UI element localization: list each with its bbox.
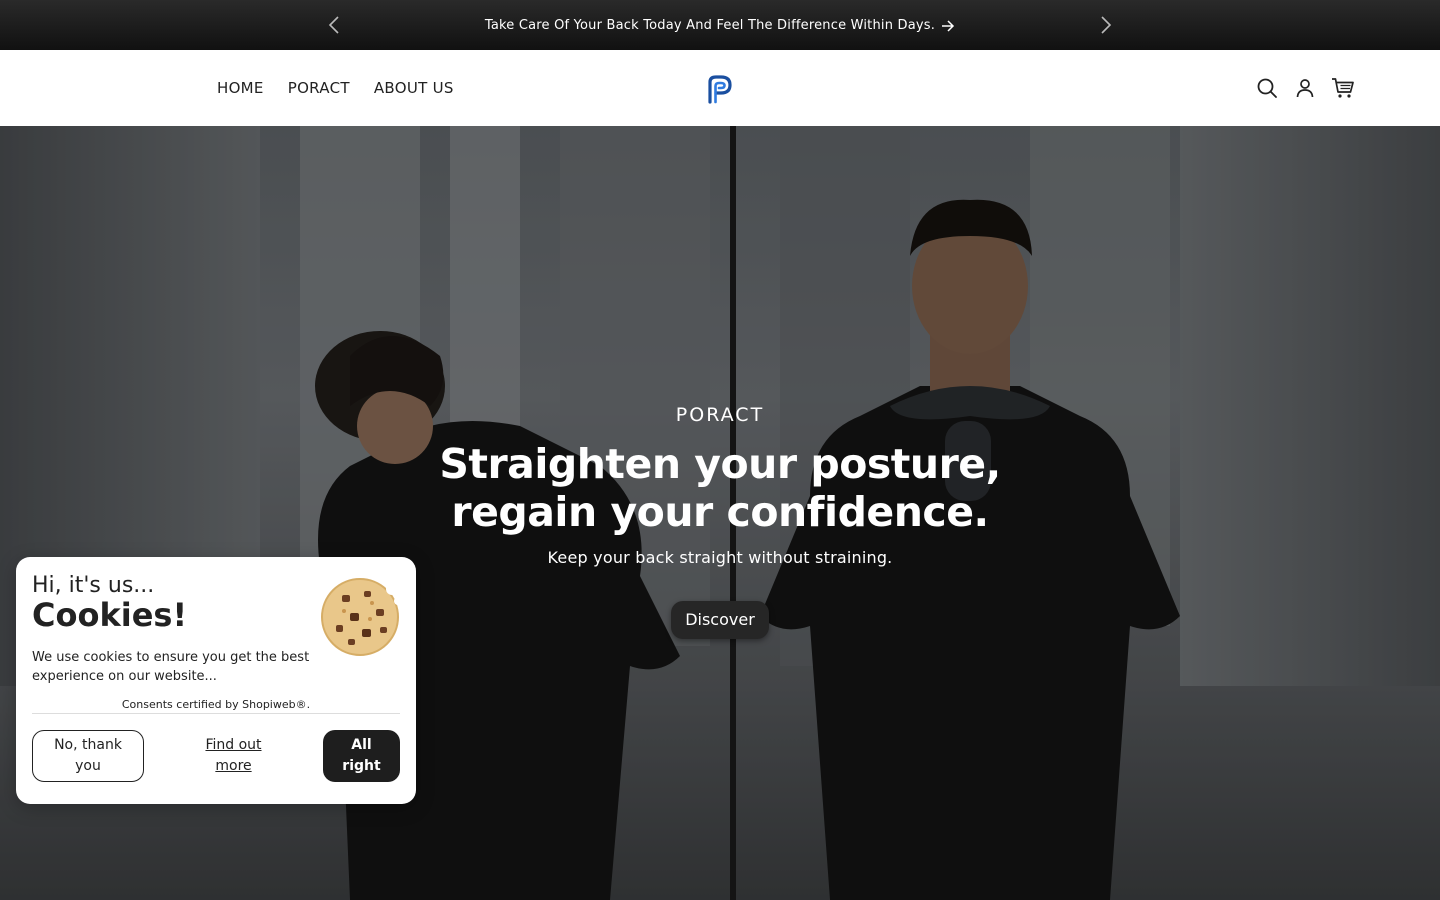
decline-cookies-button[interactable]: No, thank you <box>32 730 144 782</box>
cookie-actions: No, thank you Find out more All right <box>32 730 400 782</box>
announcement-message[interactable]: Take Care Of Your Back Today And Feel Th… <box>0 0 1440 50</box>
cookie-certified: Consents certified by Shopiweb®. <box>32 698 400 714</box>
announcement-text[interactable]: Take Care Of Your Back Today And Feel Th… <box>485 18 935 33</box>
nav-about-us[interactable]: ABOUT US <box>374 79 454 97</box>
discover-button[interactable]: Discover <box>671 601 769 639</box>
hero-subheading: PORACT <box>675 404 765 426</box>
site-header: HOME PORACT ABOUT US <box>0 50 1440 126</box>
main-nav: HOME PORACT ABOUT US <box>217 50 454 126</box>
accept-label[interactable]: All right <box>337 735 387 777</box>
accept-cookies-button[interactable]: All right <box>323 730 400 782</box>
nav-poract[interactable]: PORACT <box>288 79 350 97</box>
poract-logo-icon[interactable] <box>706 74 734 104</box>
decline-label[interactable]: No, thank you <box>48 735 128 777</box>
hero-title-text: Straighten your posture, regain your con… <box>439 440 1001 536</box>
cart-icon[interactable] <box>1331 76 1355 100</box>
header-icons <box>1255 75 1355 101</box>
search-icon[interactable] <box>1255 76 1279 100</box>
arrow-right-icon <box>942 19 955 32</box>
find-out-more-link[interactable]: Find out more <box>194 735 274 777</box>
nav-home[interactable]: HOME <box>217 79 264 97</box>
cookie-icon <box>320 575 402 657</box>
cookie-banner: Hi, it's us... Cookies! We use cookies t… <box>16 557 416 804</box>
chevron-right-icon[interactable] <box>1094 13 1118 37</box>
announcement-bar: Take Care Of Your Back Today And Feel Th… <box>0 0 1440 50</box>
cookie-text: We use cookies to ensure you get the bes… <box>32 650 310 684</box>
account-icon[interactable] <box>1293 76 1317 100</box>
hero-title: Straighten your posture, regain your con… <box>380 440 1060 536</box>
